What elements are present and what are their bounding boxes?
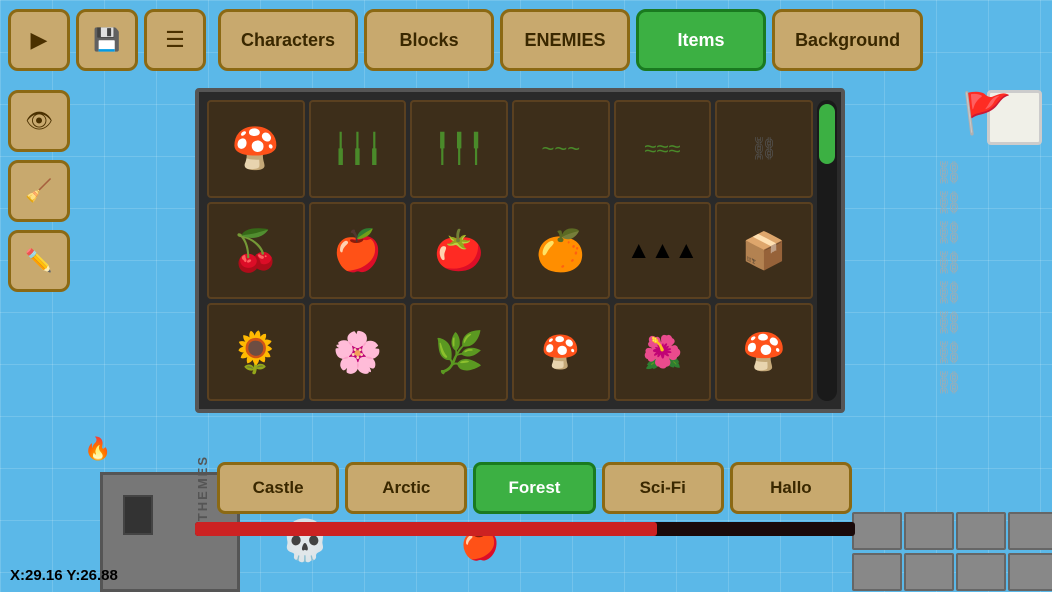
tab-items[interactable]: Items [636,9,766,71]
eraser-tool-button[interactable]: 🧹 [8,160,70,222]
item-vine2[interactable]: ╿╿╿ [410,100,508,198]
item-pink-mushroom[interactable]: 🍄 [715,303,813,401]
theme-arctic[interactable]: Arctic [345,462,467,514]
tab-enemies[interactable]: ENEMIES [500,9,630,71]
item-vine3[interactable]: ~~~ [512,100,610,198]
scroll-track[interactable] [817,100,837,401]
item-tomato[interactable]: 🍅 [410,202,508,300]
progress-bar-container [195,522,855,536]
item-sunflower[interactable]: 🌻 [207,303,305,401]
theme-hallo[interactable]: Hallo [730,462,852,514]
torch: 🔥 [84,436,111,462]
chain-decoration: ⛓ ⛓ ⛓ ⛓ ⛓ ⛓ ⛓ ⛓ [934,160,964,592]
tab-group: Characters Blocks ENEMIES Items Backgrou… [218,9,923,71]
banner: 🚩 [962,90,1012,137]
item-cherries[interactable]: 🍒 [207,202,305,300]
eye-tool-button[interactable]: 👁 [8,90,70,152]
tab-background[interactable]: Background [772,9,923,71]
theme-castle[interactable]: Castle [217,462,339,514]
item-spikes[interactable]: ▲▲▲ [614,202,712,300]
theme-scifi[interactable]: Sci-Fi [602,462,724,514]
item-flower[interactable]: 🌸 [309,303,407,401]
side-toolbar: 👁 🧹 ✏️ [8,90,70,292]
pencil-tool-button[interactable]: ✏️ [8,230,70,292]
scroll-thumb[interactable] [819,104,835,164]
tab-blocks[interactable]: Blocks [364,9,494,71]
themes-label: THEMES [195,455,210,521]
coordinates-display: X:29.16 Y:26.88 [10,567,118,584]
item-vine1[interactable]: ╽╽╽ [309,100,407,198]
toolbar: ▶ 💾 ☰ Characters Blocks ENEMIES Items Ba… [0,0,1052,80]
play-button[interactable]: ▶ [8,9,70,71]
item-mushroom[interactable]: 🍄 [207,100,305,198]
item-orange[interactable]: 🍊 [512,202,610,300]
item-crate[interactable]: 📦 [715,202,813,300]
items-grid: 🍄 ╽╽╽ ╿╿╿ ~~~ ≈≈≈ ⛓ 🍒 🍎 🍅 🍊 ▲▲▲ 📦 🌻 🌸 🌿 … [207,100,813,401]
item-mushroom2[interactable]: 🍄 [512,303,610,401]
item-grass[interactable]: 🌿 [410,303,508,401]
item-redplant[interactable]: 🌺 [614,303,712,401]
progress-bar-fill [195,522,657,536]
item-apple-red[interactable]: 🍎 [309,202,407,300]
item-chain1[interactable]: ≈≈≈ [614,100,712,198]
save-button[interactable]: 💾 [76,9,138,71]
tab-characters[interactable]: Characters [218,9,358,71]
menu-button[interactable]: ☰ [144,9,206,71]
item-chain2[interactable]: ⛓ [715,100,813,198]
theme-forest[interactable]: Forest [473,462,595,514]
theme-bar: THEMES Castle Arctic Forest Sci-Fi Hallo [195,458,855,518]
items-panel: 🍄 ╽╽╽ ╿╿╿ ~~~ ≈≈≈ ⛓ 🍒 🍎 🍅 🍊 ▲▲▲ 📦 🌻 🌸 🌿 … [195,88,845,413]
